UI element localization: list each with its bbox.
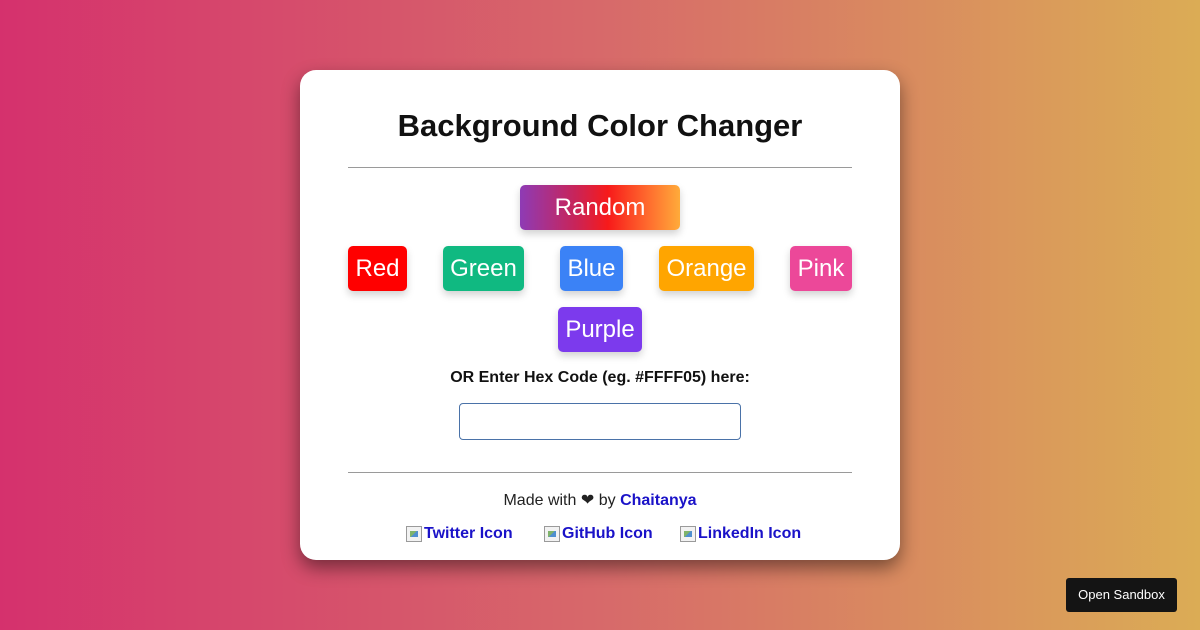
author-link[interactable]: Chaitanya (620, 492, 696, 509)
twitter-link[interactable]: Twitter Icon (406, 525, 513, 543)
broken-image-icon (544, 526, 560, 542)
github-link-label: GitHub Icon (562, 525, 653, 542)
hex-code-label: OR Enter Hex Code (eg. #FFFF05) here: (450, 369, 750, 386)
bottom-divider (348, 472, 852, 473)
linkedin-link-label: LinkedIn Icon (698, 525, 802, 542)
top-divider (348, 167, 852, 168)
purple-button[interactable]: Purple (558, 307, 642, 352)
by-text: by (598, 492, 616, 509)
open-sandbox-button[interactable]: Open Sandbox (1066, 578, 1177, 612)
broken-image-icon (680, 526, 696, 542)
page-background: { "app": { "title": "Background Color Ch… (0, 0, 1200, 630)
github-link[interactable]: GitHub Icon (544, 525, 653, 543)
green-button[interactable]: Green (443, 246, 524, 291)
random-button[interactable]: Random (520, 185, 680, 230)
red-button[interactable]: Red (348, 246, 407, 291)
main-card: Background Color Changer Random Red Gree… (300, 70, 900, 560)
page-title: Background Color Changer (397, 108, 803, 143)
pink-button[interactable]: Pink (790, 246, 852, 291)
linkedin-link[interactable]: LinkedIn Icon (680, 525, 801, 543)
heart-icon: ❤ (580, 492, 595, 509)
blue-button[interactable]: Blue (560, 246, 623, 291)
broken-image-icon (406, 526, 422, 542)
hex-code-input[interactable] (459, 403, 741, 440)
orange-button[interactable]: Orange (659, 246, 754, 291)
credit-line: Made with ❤ by Chaitanya (300, 490, 900, 510)
made-with-text: Made with (503, 492, 577, 509)
twitter-link-label: Twitter Icon (424, 525, 513, 542)
